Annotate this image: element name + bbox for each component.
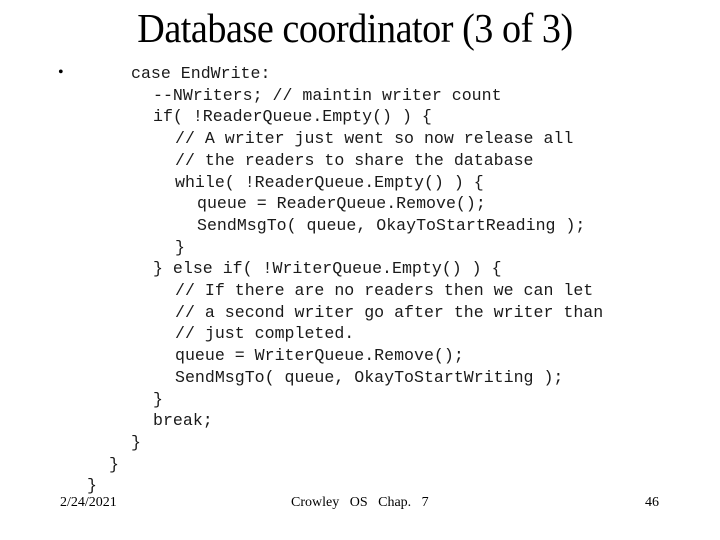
code-line: } xyxy=(109,454,119,474)
code-line: } else if( !WriterQueue.Empty() ) { xyxy=(153,259,502,279)
code-line: // the readers to share the database xyxy=(175,150,534,170)
code-line: // just completed. xyxy=(175,324,355,344)
code-line: if( !ReaderQueue.Empty() ) { xyxy=(153,107,432,127)
code-line: } xyxy=(87,476,97,496)
footer-course-info: Crowley OS Chap. 7 xyxy=(291,495,429,510)
code-line: queue = WriterQueue.Remove(); xyxy=(175,346,464,366)
code-line: SendMsgTo( queue, OkayToStartReading ); xyxy=(197,215,586,235)
code-line: case EndWrite: xyxy=(131,64,271,83)
code-line: --NWriters; // maintin writer count xyxy=(153,85,502,105)
code-line: // A writer just went so now release all xyxy=(175,129,574,149)
code-line: // a second writer go after the writer t… xyxy=(175,302,604,322)
code-line: while( !ReaderQueue.Empty() ) { xyxy=(175,172,484,192)
code-line: queue = ReaderQueue.Remove(); xyxy=(197,194,486,214)
bullet-marker: • xyxy=(58,64,64,81)
code-line: } xyxy=(175,237,185,257)
code-line: // If there are no readers then we can l… xyxy=(175,281,594,300)
code-line: SendMsgTo( queue, OkayToStartWriting ); xyxy=(175,367,564,387)
footer-date: 2/24/2021 xyxy=(60,495,117,510)
code-line: break; xyxy=(153,411,213,431)
code-line: } xyxy=(153,389,163,409)
footer-page-number: 46 xyxy=(645,495,659,510)
code-line: } xyxy=(131,432,141,452)
slide-title: Database coordinator (3 of 3) xyxy=(137,5,573,51)
